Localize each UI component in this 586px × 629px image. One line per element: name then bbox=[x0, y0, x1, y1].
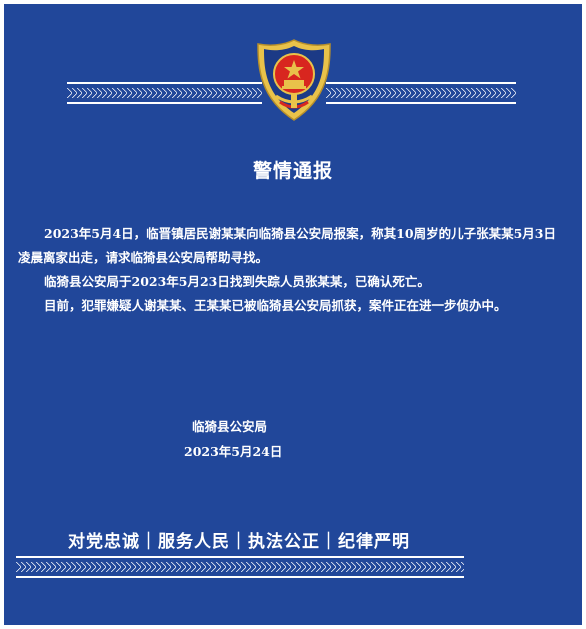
police-notice-poster: 警情通报 2023年5月4日，临晋镇居民谢某某向临猗县公安局报案，称其10周岁的… bbox=[4, 4, 582, 625]
notice-title: 警情通报 bbox=[252, 160, 333, 182]
police-slogan: 对党忠诚｜服务人民｜执法公正｜纪律严明 bbox=[68, 532, 410, 552]
notice-body: 2023年5月4日，临晋镇居民谢某某向临猗县公安局报案，称其10周岁的儿子张某某… bbox=[18, 222, 566, 318]
police-emblem-icon bbox=[254, 38, 334, 122]
footer-decor-band bbox=[16, 556, 464, 578]
signature-date: 2023年5月24日 bbox=[184, 444, 283, 459]
signature-organization: 临猗县公安局 bbox=[192, 419, 268, 434]
notice-paragraph: 2023年5月4日，临晋镇居民谢某某向临猗县公安局报案，称其10周岁的儿子张某某… bbox=[18, 226, 556, 265]
notice-paragraph: 临猗县公安局于2023年5月23日找到失踪人员张某某，已确认死亡。 bbox=[44, 274, 430, 289]
header-decor-band-right bbox=[326, 82, 516, 104]
notice-paragraph: 目前，犯罪嫌疑人谢某某、王某某已被临猗县公安局抓获，案件正在进一步侦办中。 bbox=[44, 298, 507, 313]
header-decor-band-left bbox=[67, 82, 262, 104]
